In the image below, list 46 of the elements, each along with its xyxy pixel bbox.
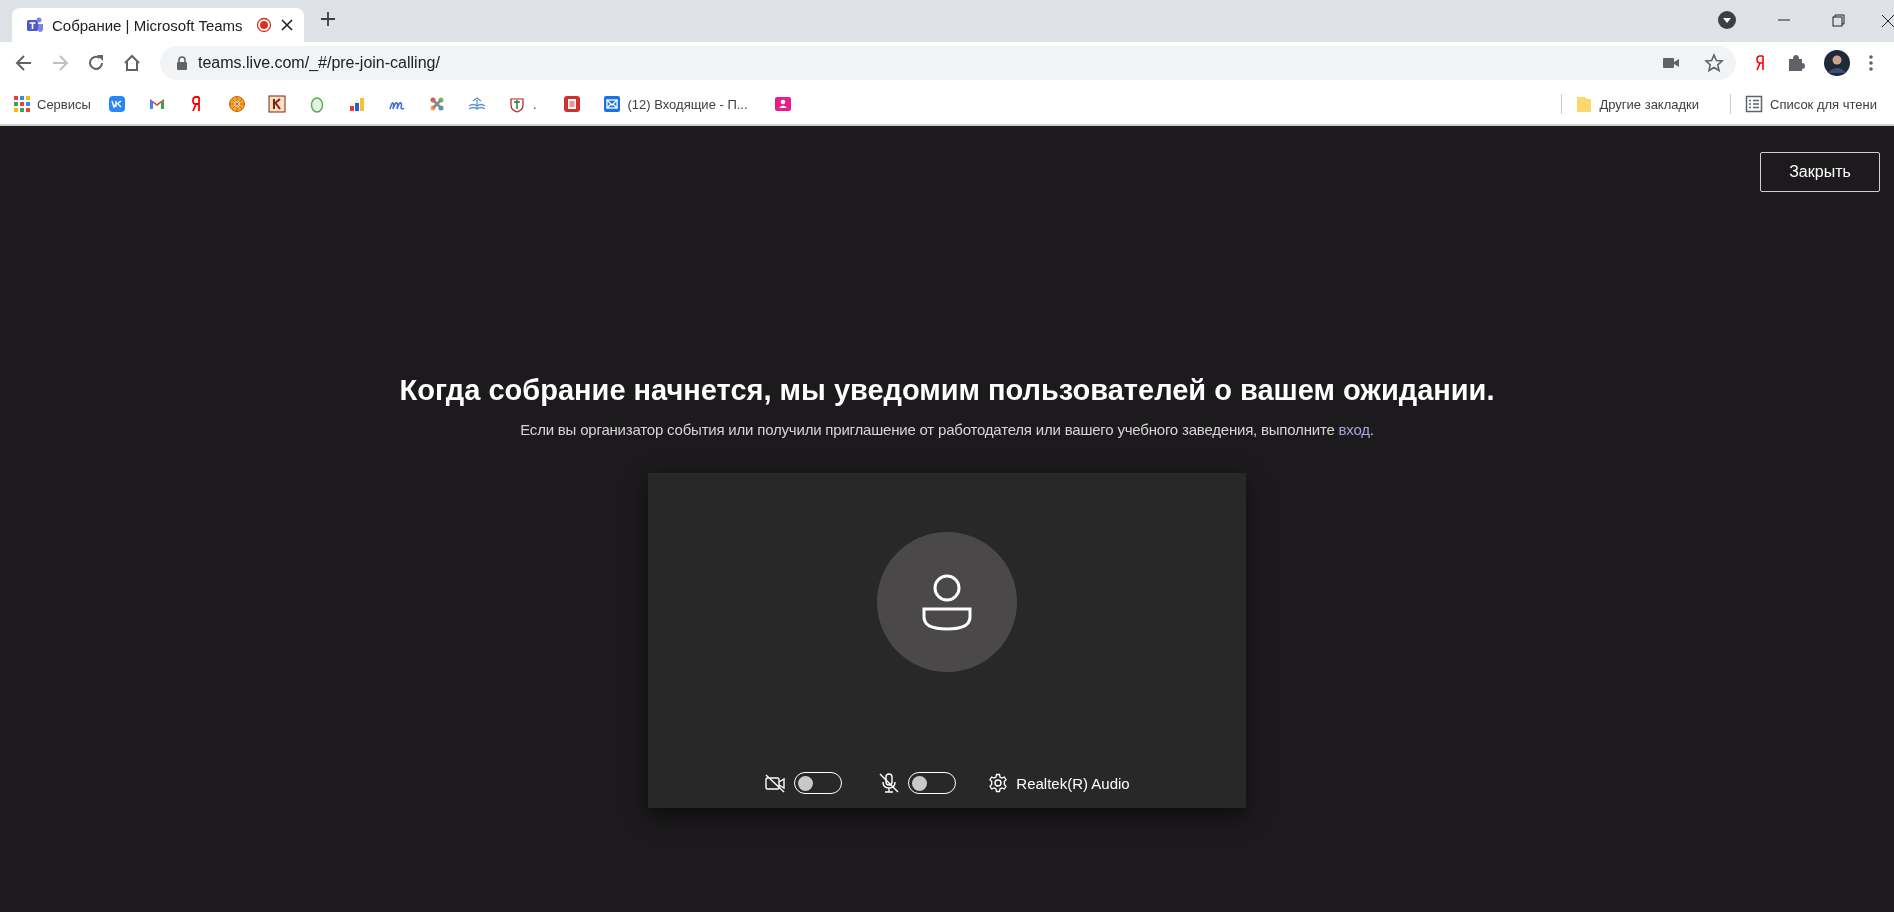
envelope-icon (602, 95, 621, 113)
home-icon[interactable] (122, 53, 142, 73)
browser-tab[interactable]: Собрание | Microsoft Teams (12, 8, 304, 42)
apps-grid-icon (14, 96, 30, 112)
bookmark-label: Другие закладки (1599, 96, 1700, 112)
k-letter-icon[interactable] (267, 95, 286, 113)
document-icon[interactable] (562, 95, 581, 113)
heading: Когда собрание начнется, мы уведомим пользователей о вашем ожидании. (399, 374, 1495, 407)
plus-icon[interactable] (320, 11, 336, 27)
bookmark-label: . (532, 96, 537, 112)
mic-off-icon (878, 772, 901, 794)
bookmark-label: Список для чтени (1770, 96, 1877, 112)
crest-icon (507, 95, 526, 113)
lock-icon (176, 56, 188, 70)
puzzle-icon[interactable] (1786, 53, 1806, 73)
bookmark-label: (12) Входящие - П... (627, 96, 748, 112)
tab-title: Собрание | Microsoft Teams (52, 16, 244, 34)
camera-off-icon (764, 773, 787, 793)
bookmark-label: Сервисы (37, 96, 91, 112)
device-settings-button[interactable]: Realtek(R) Audio (988, 773, 1130, 793)
bookmark[interactable]: Сервисы (14, 96, 91, 112)
bookmark[interactable]: (12) Входящие - П... (602, 95, 748, 113)
dropdown-icon[interactable] (1718, 11, 1736, 29)
settings-icon (988, 773, 1009, 793)
bookmark[interactable]: Другие закладки (1576, 95, 1700, 113)
menu-icon[interactable] (1868, 54, 1874, 72)
list-icon (1745, 95, 1764, 113)
bookmark[interactable]: . (507, 95, 537, 113)
folder-icon (1576, 95, 1593, 113)
video-camera-icon[interactable] (1662, 56, 1680, 70)
subtitle: Если вы организатор события или получили приглашение от работодателя или вашего учебного заведения, выполните вход. (520, 421, 1374, 438)
close-icon[interactable] (280, 18, 294, 32)
avatar-icon[interactable] (1824, 50, 1850, 76)
close-icon[interactable] (1880, 13, 1894, 27)
address-bar[interactable]: teams.live.com/_#/pre-join-calling/ (160, 46, 1736, 80)
contact-icon[interactable] (773, 95, 792, 113)
sign-in-link[interactable]: вход (1338, 421, 1370, 438)
teams-icon (26, 16, 44, 34)
star-icon[interactable] (1704, 53, 1724, 73)
bookmark[interactable]: Список для чтени (1745, 95, 1877, 113)
close-button[interactable]: Закрыть (1760, 152, 1880, 192)
back-icon[interactable] (14, 53, 34, 73)
reload-icon[interactable] (86, 53, 106, 73)
bar-chart-icon[interactable] (347, 95, 366, 113)
vk-icon[interactable] (107, 95, 126, 113)
wheel-icon[interactable] (227, 95, 246, 113)
